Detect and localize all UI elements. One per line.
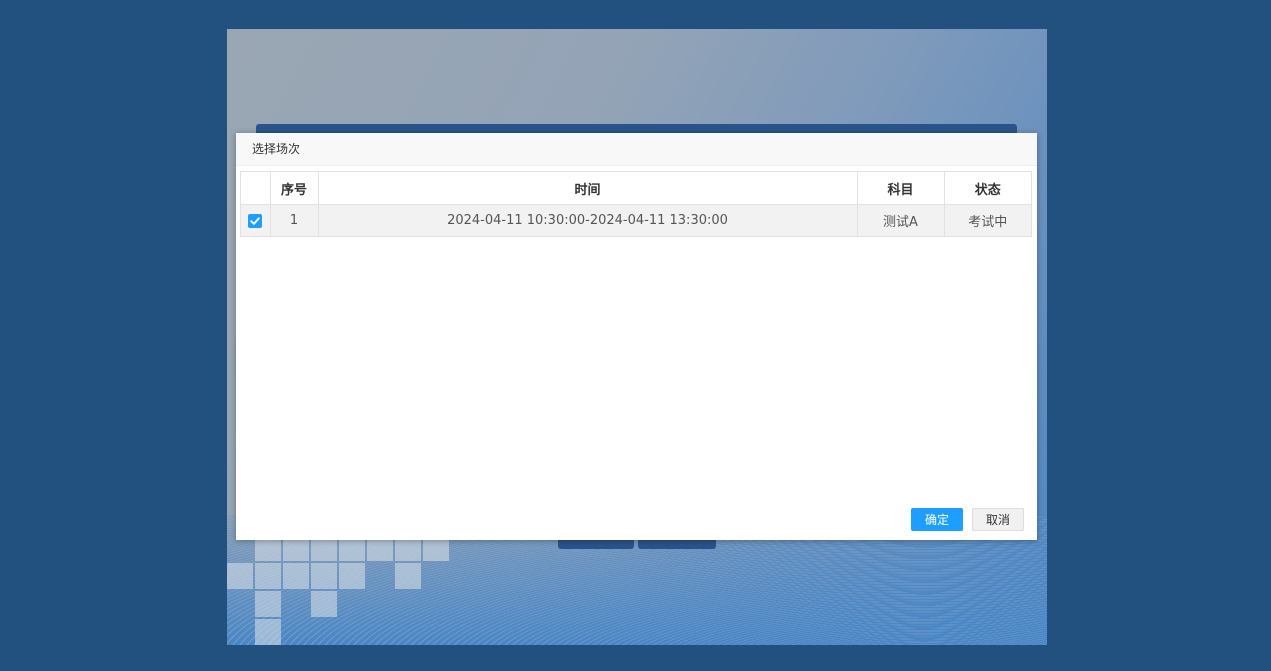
background-button-right bbox=[638, 539, 716, 549]
confirm-button[interactable]: 确定 bbox=[910, 508, 963, 531]
header-index: 序号 bbox=[269, 172, 318, 205]
header-time: 时间 bbox=[317, 172, 857, 205]
background-button-left bbox=[558, 539, 634, 549]
session-table: 序号 时间 科目 状态 1 2024-04-11 10:30:00-2024-0… bbox=[240, 171, 1032, 237]
header-subject: 科目 bbox=[856, 172, 944, 205]
row-subject: 测试A bbox=[856, 204, 944, 236]
header-checkbox-cell bbox=[241, 172, 270, 205]
background-tile-decoration bbox=[227, 535, 457, 645]
check-icon bbox=[250, 216, 260, 225]
row-index: 1 bbox=[269, 204, 318, 236]
dialog-footer: 确定 取消 bbox=[910, 508, 1024, 531]
header-status: 状态 bbox=[943, 172, 1031, 205]
table-row[interactable]: 1 2024-04-11 10:30:00-2024-04-11 13:30:0… bbox=[241, 204, 1031, 236]
row-time: 2024-04-11 10:30:00-2024-04-11 13:30:00 bbox=[317, 204, 857, 236]
row-status: 考试中 bbox=[943, 204, 1031, 236]
row-checkbox-cell[interactable] bbox=[241, 204, 270, 236]
row-checkbox[interactable] bbox=[248, 213, 263, 228]
table-header-row: 序号 时间 科目 状态 bbox=[241, 172, 1031, 205]
cancel-button[interactable]: 取消 bbox=[971, 508, 1024, 531]
dialog-title: 选择场次 bbox=[236, 133, 1037, 166]
select-session-dialog: 选择场次 序号 时间 科目 状态 1 2024-04-11 10:30:00-2… bbox=[236, 133, 1037, 540]
